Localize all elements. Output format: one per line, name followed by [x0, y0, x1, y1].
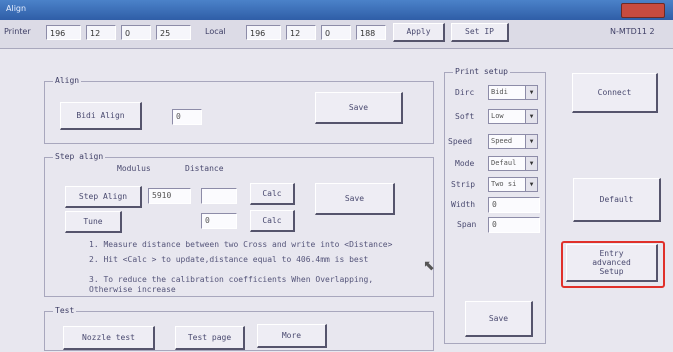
speed-label: Speed — [448, 137, 473, 146]
chevron-down-icon: ▼ — [525, 86, 537, 99]
strip-label: Strip — [451, 180, 476, 189]
close-icon[interactable] — [621, 3, 665, 18]
soft-value: Low — [491, 112, 504, 120]
printer-label: Printer — [4, 27, 31, 36]
nozzle-test-button[interactable]: Nozzle test — [63, 326, 155, 350]
note-1: 1. Measure distance between two Cross an… — [89, 240, 393, 249]
distance-input[interactable] — [201, 188, 237, 204]
test-group-title: Test — [53, 306, 77, 315]
local-ip-4[interactable]: 188 — [356, 25, 386, 40]
calc-button-2[interactable]: Calc — [250, 210, 295, 232]
chevron-down-icon: ▼ — [525, 178, 537, 191]
soft-label: Soft — [455, 112, 475, 121]
mode-label: Mode — [455, 159, 475, 168]
local-ip-3[interactable]: 0 — [321, 25, 351, 40]
printer-ip-2[interactable]: 12 — [86, 25, 116, 40]
tune-button[interactable]: Tune — [65, 211, 122, 233]
set-ip-button[interactable]: Set IP — [451, 23, 509, 42]
test-page-button[interactable]: Test page — [175, 326, 245, 350]
align-group: Align Bidi Align 0 Save — [44, 76, 434, 144]
speed-select[interactable]: Speed ▼ — [488, 134, 538, 149]
width-label: Width — [451, 200, 476, 209]
strip-value: Two si — [491, 180, 517, 188]
connect-button[interactable]: Connect — [572, 73, 658, 113]
printer-ip-1[interactable]: 196 — [46, 25, 81, 40]
local-ip-2[interactable]: 12 — [286, 25, 316, 40]
chevron-down-icon: ▼ — [525, 110, 537, 123]
print-setup-title: Print setup — [453, 67, 510, 76]
printer-ip-4[interactable]: 25 — [156, 25, 191, 40]
strip-select[interactable]: Two si ▼ — [488, 177, 538, 192]
default-button[interactable]: Default — [573, 178, 661, 222]
local-label: Local — [205, 27, 226, 36]
dirc-select[interactable]: Bidi ▼ — [488, 85, 538, 100]
step-align-group: Step align Modulus Distance Step Align 5… — [44, 152, 434, 297]
window-title: Align — [6, 4, 27, 13]
print-setup-save-button[interactable]: Save — [465, 301, 533, 337]
mouse-cursor-icon: ⬉ — [423, 258, 435, 274]
chevron-down-icon: ▼ — [525, 157, 537, 170]
highlight-box — [561, 241, 665, 288]
note-2: 2. Hit <Calc > to update,distance equal … — [89, 255, 369, 264]
more-button[interactable]: More — [257, 324, 327, 348]
print-setup-group: Print setup Dirc Bidi ▼ Soft Low ▼ Speed S… — [444, 67, 546, 344]
step-align-button[interactable]: Step Align — [65, 186, 142, 208]
width-input[interactable]: 0 — [488, 197, 540, 213]
local-ip-1[interactable]: 196 — [246, 25, 281, 40]
distance-header: Distance — [185, 164, 224, 173]
dirc-label: Dirc — [455, 88, 475, 97]
printer-ip-3[interactable]: 0 — [121, 25, 151, 40]
bidi-value-input[interactable]: 0 — [172, 109, 202, 125]
bidi-align-button[interactable]: Bidi Align — [60, 102, 142, 130]
tune-value-input[interactable]: 0 — [201, 213, 237, 229]
step-align-group-title: Step align — [53, 152, 106, 161]
chevron-down-icon: ▼ — [525, 135, 537, 148]
model-label: N-MTD11 2 — [610, 27, 655, 36]
span-label: Span — [457, 220, 477, 229]
span-input[interactable]: 0 — [488, 217, 540, 233]
modulus-input[interactable]: 5910 — [148, 188, 191, 204]
mode-value: Defaul — [491, 159, 517, 167]
align-group-title: Align — [53, 76, 82, 85]
test-group: Test Nozzle test Test page More — [44, 306, 434, 351]
speed-value: Speed — [491, 137, 513, 145]
title-bar: Align — [0, 0, 673, 20]
ip-toolbar: Printer 196 12 0 25 Local 196 12 0 188 A… — [0, 20, 673, 49]
modulus-header: Modulus — [117, 164, 151, 173]
soft-select[interactable]: Low ▼ — [488, 109, 538, 124]
step-align-save-button[interactable]: Save — [315, 183, 395, 215]
note-4: Otherwise increase — [89, 285, 176, 294]
note-3: 3. To reduce the calibration coefficient… — [89, 275, 374, 284]
mode-select[interactable]: Defaul ▼ — [488, 156, 538, 171]
calc-button-1[interactable]: Calc — [250, 183, 295, 205]
apply-button[interactable]: Apply — [393, 23, 445, 42]
dirc-value: Bidi — [491, 88, 508, 96]
align-save-button[interactable]: Save — [315, 92, 403, 124]
